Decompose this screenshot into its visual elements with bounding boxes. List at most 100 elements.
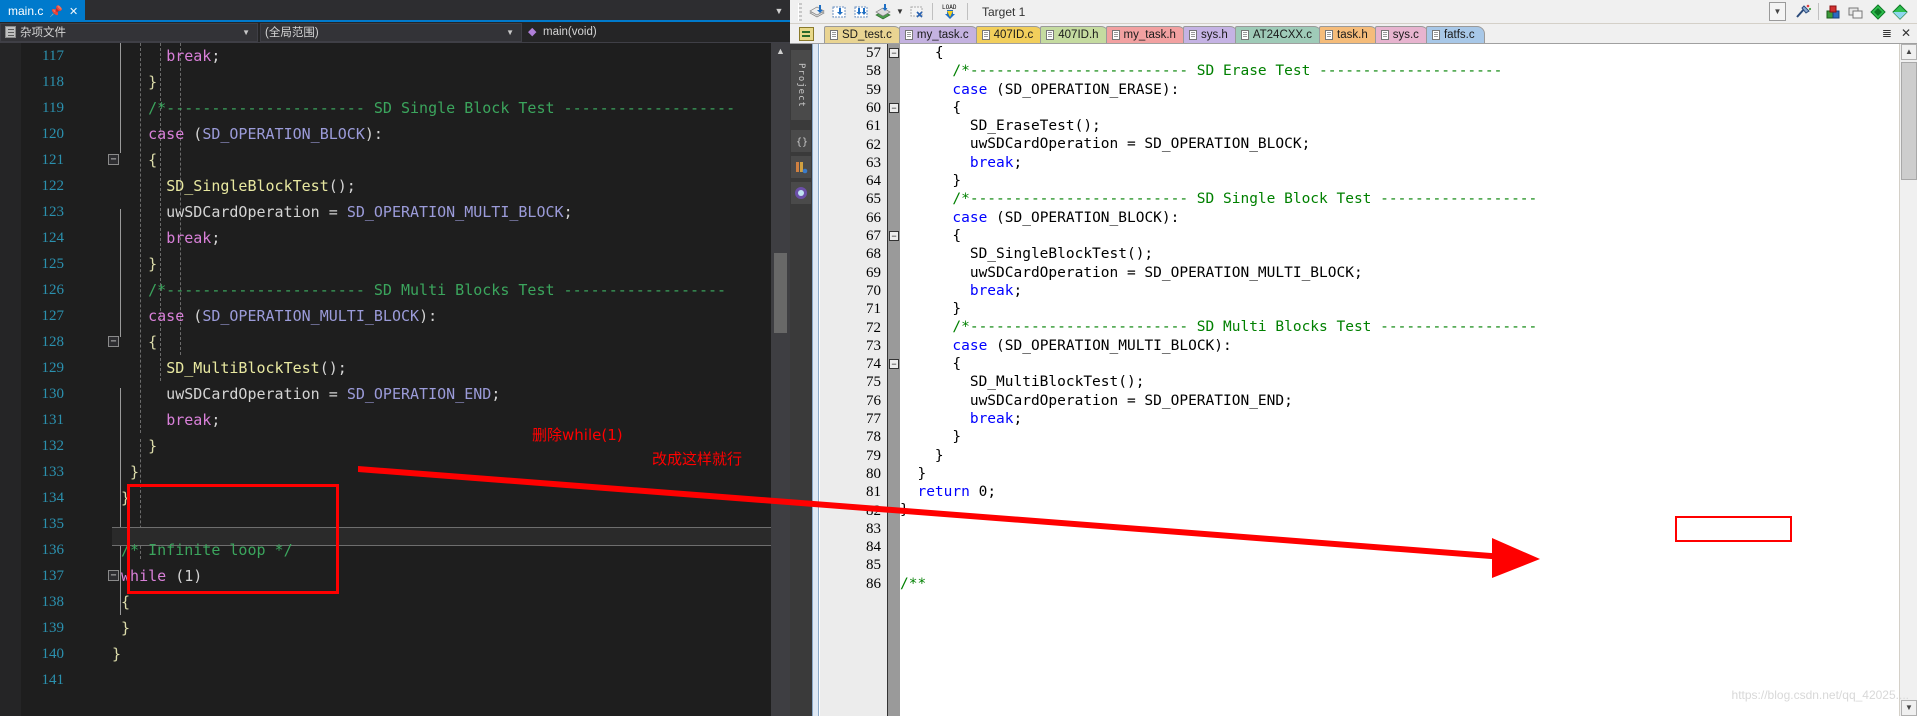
manage-project-items-icon[interactable] <box>1823 1 1845 22</box>
keil-tab-sd_test-c[interactable]: SD_test.c <box>824 26 902 43</box>
scroll-up-icon[interactable]: ▲ <box>774 43 787 59</box>
vs-code-line[interactable]: 121− { <box>0 147 790 173</box>
download-icon[interactable]: LOAD <box>937 1 963 22</box>
chevron-down-icon[interactable]: ▼ <box>500 28 519 37</box>
vs-scrollbar-thumb[interactable] <box>774 253 787 333</box>
keil-code-line[interactable]: { <box>900 44 1899 62</box>
keil-tab-sys-c[interactable]: sys.c <box>1374 26 1429 43</box>
vs-vertical-scrollbar[interactable]: ▲ <box>771 43 790 716</box>
keil-code-line[interactable]: uwSDCardOperation = SD_OPERATION_END; <box>900 392 1899 410</box>
vs-code-line[interactable]: 123 uwSDCardOperation = SD_OPERATION_MUL… <box>0 199 790 225</box>
keil-tab-task-h[interactable]: task.h <box>1319 26 1378 43</box>
keil-fold-column[interactable]: − − − − <box>888 44 900 716</box>
vs-code-line[interactable]: 118 } <box>0 69 790 95</box>
keil-tab-at24cxx-c[interactable]: AT24CXX.c <box>1234 26 1323 43</box>
keil-code-line[interactable]: } <box>900 447 1899 465</box>
vs-code-line[interactable]: 128− { <box>0 329 790 355</box>
keil-tab-407id-h[interactable]: 407ID.h <box>1040 26 1109 43</box>
collapse-icon[interactable]: − <box>889 48 899 58</box>
vs-code-line[interactable]: 138 { <box>0 589 790 615</box>
keil-code-line[interactable]: /*------------------------- SD Erase Tes… <box>900 62 1899 80</box>
rebuild-all-icon[interactable] <box>850 1 872 22</box>
keil-code-line[interactable]: case (SD_OPERATION_MULTI_BLOCK): <box>900 337 1899 355</box>
pin-icon[interactable]: 📌 <box>49 5 63 18</box>
chevron-down-icon[interactable]: ▼ <box>894 1 906 22</box>
keil-scrollbar-thumb[interactable] <box>1901 62 1917 180</box>
keil-code-line[interactable]: case (SD_OPERATION_BLOCK): <box>900 209 1899 227</box>
target-options-icon[interactable] <box>1792 1 1814 22</box>
keil-code-line[interactable]: uwSDCardOperation = SD_OPERATION_BLOCK; <box>900 135 1899 153</box>
keil-code-line[interactable]: /*------------------------- SD Multi Blo… <box>900 318 1899 336</box>
sidebar-item-project[interactable]: Project <box>791 50 811 120</box>
functions-icon[interactable] <box>791 156 811 178</box>
vs-code-line[interactable]: 124 break; <box>0 225 790 251</box>
keil-code-line[interactable]: { <box>900 355 1899 373</box>
keil-code-line[interactable]: break; <box>900 410 1899 428</box>
vs-code-line[interactable]: 140} <box>0 641 790 667</box>
keil-code-lines[interactable]: { /*------------------------- SD Erase T… <box>900 44 1899 716</box>
vs-code-line[interactable]: 130 uwSDCardOperation = SD_OPERATION_END… <box>0 381 790 407</box>
keil-code-line[interactable]: } <box>900 465 1899 483</box>
keil-code-line[interactable]: } <box>900 300 1899 318</box>
vs-code-line[interactable]: 131 break; <box>0 407 790 433</box>
translate-icon[interactable] <box>806 1 828 22</box>
keil-code-line[interactable]: /*------------------------- SD Single Bl… <box>900 190 1899 208</box>
chevron-down-icon[interactable]: ▼ <box>236 28 255 37</box>
keil-code-line[interactable]: return 0; <box>900 483 1899 501</box>
scroll-up-icon[interactable]: ▲ <box>1901 44 1917 60</box>
vs-code-line[interactable]: 127 case (SD_OPERATION_MULTI_BLOCK): <box>0 303 790 329</box>
books-icon[interactable]: {} <box>791 130 811 152</box>
vs-scope-combo[interactable]: (全局范围) ▼ <box>260 22 522 42</box>
project-window-icon[interactable] <box>799 27 814 41</box>
keil-code-line[interactable]: break; <box>900 154 1899 172</box>
close-tab-icon[interactable]: ✕ <box>1901 26 1911 40</box>
vs-code-line[interactable]: 139 } <box>0 615 790 641</box>
keil-code-line[interactable] <box>900 556 1899 574</box>
collapse-icon[interactable]: − <box>889 102 899 113</box>
vs-code-line[interactable]: 137− while (1) <box>0 563 790 589</box>
keil-code-line[interactable] <box>900 538 1899 556</box>
vs-code-line[interactable]: 129 SD_MultiBlockTest(); <box>0 355 790 381</box>
keil-tab-fatfs-c[interactable]: fatfs.c <box>1425 26 1485 43</box>
target-dropdown-arrow-icon[interactable]: ▼ <box>1769 2 1786 21</box>
collapse-icon[interactable]: − <box>889 359 899 370</box>
vs-code-line[interactable]: 135 <box>0 511 790 537</box>
keil-code-line[interactable]: } <box>900 428 1899 446</box>
vs-file-combo[interactable]: 杂项文件 ▼ <box>0 22 258 42</box>
vs-code-line[interactable]: 132 } <box>0 433 790 459</box>
toolbar-grip[interactable] <box>798 2 802 21</box>
vs-code-line[interactable]: 117 break; <box>0 43 790 69</box>
keil-code-line[interactable]: uwSDCardOperation = SD_OPERATION_MULTI_B… <box>900 264 1899 282</box>
vs-code-line[interactable]: 133 } <box>0 459 790 485</box>
vs-code-line[interactable]: 120 case (SD_OPERATION_BLOCK): <box>0 121 790 147</box>
collapse-icon[interactable]: − <box>889 231 899 241</box>
vs-code-line[interactable]: 134 } <box>0 485 790 511</box>
tab-list-icon[interactable]: ≣ <box>1882 26 1892 40</box>
keil-tab-sys-h[interactable]: sys.h <box>1182 26 1238 43</box>
vs-code-editor[interactable]: 117 break; 118 } 119 /*-------------------… <box>0 43 790 716</box>
close-icon[interactable]: ✕ <box>69 5 78 18</box>
pack-installer-icon[interactable] <box>1867 1 1889 22</box>
keil-code-line[interactable]: break; <box>900 282 1899 300</box>
build-target-icon[interactable] <box>828 1 850 22</box>
target-selector[interactable]: Target 1 <box>976 2 1094 22</box>
multi-project-icon[interactable] <box>1845 1 1867 22</box>
keil-code-line[interactable] <box>900 520 1899 538</box>
keil-code-line[interactable]: /** <box>900 575 1899 593</box>
keil-code-line[interactable]: { <box>900 227 1899 245</box>
keil-code-line[interactable]: case (SD_OPERATION_ERASE): <box>900 81 1899 99</box>
templates-icon[interactable] <box>791 182 811 204</box>
keil-vertical-scrollbar[interactable]: ▲ ▼ <box>1899 44 1917 716</box>
chevron-down-icon[interactable]: ▼ <box>772 4 786 18</box>
keil-tab-my_task-c[interactable]: my_task.c <box>898 26 979 43</box>
keil-vertical-splitter[interactable] <box>812 44 819 716</box>
stop-build-icon[interactable] <box>906 1 928 22</box>
batch-build-icon[interactable] <box>872 1 894 22</box>
vs-code-line[interactable]: 136 /* Infinite loop */ <box>0 537 790 563</box>
vs-code-line[interactable]: 126 /*---------------------- SD Multi Bl… <box>0 277 790 303</box>
vs-code-line[interactable]: 141 <box>0 667 790 693</box>
vs-code-line[interactable]: 119 /*---------------------- SD Single B… <box>0 95 790 121</box>
keil-tab-my_task-h[interactable]: my_task.h <box>1105 26 1186 43</box>
keil-code-line[interactable]: { <box>900 99 1899 117</box>
vs-tab-main-c[interactable]: main.c 📌 ✕ <box>0 0 86 22</box>
